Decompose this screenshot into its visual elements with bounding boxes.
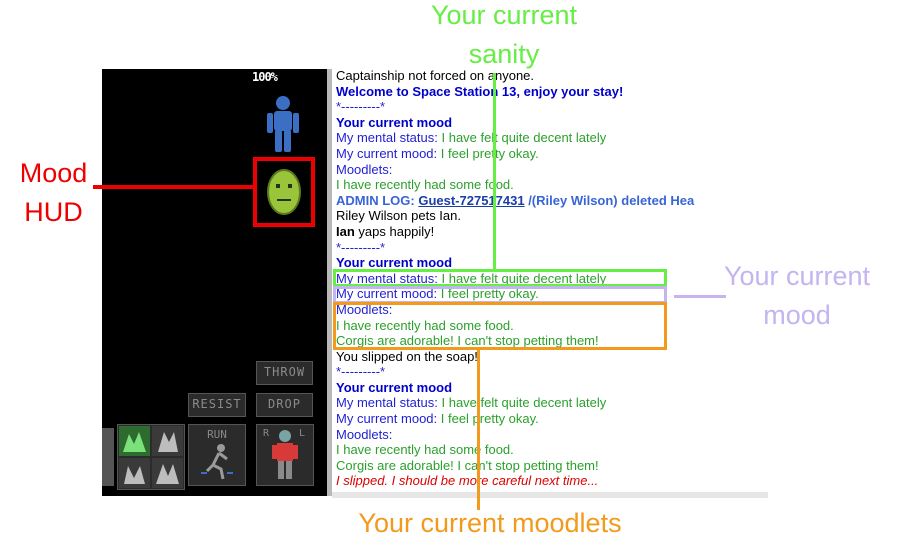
intent-selector[interactable] xyxy=(117,424,185,490)
left-hand-label: L xyxy=(299,428,306,439)
moodlet: Corgis are adorable! I can't stop pettin… xyxy=(336,457,599,473)
moodlets-highlight xyxy=(333,302,667,350)
chat-line: You slipped on the soap! xyxy=(336,348,478,364)
drop-button[interactable]: DROP xyxy=(256,393,313,417)
mood-hud-pointer xyxy=(93,185,255,189)
mental-status-line: My mental status: I have felt quite dece… xyxy=(336,130,607,146)
equipment-doll[interactable]: R L xyxy=(256,424,314,486)
mood-hud-annotation: Mood HUD xyxy=(19,158,88,227)
mood-header: Your current mood xyxy=(336,114,453,130)
character-icon xyxy=(272,430,298,479)
admin-log-line: ADMIN LOG: Guest-727517431 /(Riley Wilso… xyxy=(336,192,695,208)
grab-intent-icon[interactable] xyxy=(119,458,150,488)
help-intent-icon[interactable] xyxy=(119,426,150,456)
run-label: RUN xyxy=(207,428,227,441)
mood-annotation: Your current mood xyxy=(723,261,871,330)
chat-separator: *---------* xyxy=(336,364,386,380)
moodlets-pointer xyxy=(477,350,480,510)
current-mood-line: My current mood: I feel pretty okay. xyxy=(336,145,539,161)
health-doll-icon[interactable] xyxy=(262,94,304,154)
moodlet-negative: I slipped. I should be more careful next… xyxy=(336,473,599,489)
current-mood-line: My current mood: I feel pretty okay. xyxy=(336,411,539,427)
moodlets-annotation: Your current moodlets xyxy=(358,508,622,538)
moodlets-header: Moodlets: xyxy=(336,161,393,177)
throw-button[interactable]: THROW xyxy=(256,361,313,385)
pocket-slot-icon[interactable] xyxy=(102,428,114,486)
moodlets-header: Moodlets: xyxy=(336,426,393,442)
mood-header: Your current mood xyxy=(336,379,453,395)
moodlet: I have recently had some food. xyxy=(336,442,514,458)
admin-log-link[interactable]: Guest-727517431 xyxy=(418,193,524,208)
running-figure-icon xyxy=(201,444,233,480)
mood-hud-highlight xyxy=(253,157,315,227)
sanity-pointer xyxy=(493,73,496,270)
chat-line: Riley Wilson pets Ian. xyxy=(336,208,461,224)
chat-scrollbar-track[interactable] xyxy=(332,492,768,498)
chat-line: Ian yaps happily! xyxy=(336,223,435,239)
chat-separator: *---------* xyxy=(336,99,386,115)
sanity-annotation: Your current sanity xyxy=(430,0,578,69)
harm-intent-icon[interactable] xyxy=(152,458,183,488)
mental-status-line: My mental status: I have felt quite dece… xyxy=(336,395,607,411)
right-hand-label: R xyxy=(263,428,270,439)
hud-divider xyxy=(327,69,332,496)
sanity-highlight xyxy=(333,269,667,287)
moodlet: I have recently had some food. xyxy=(336,177,514,193)
move-intent-button[interactable]: RUN xyxy=(188,424,246,486)
chat-separator: *---------* xyxy=(336,239,386,255)
health-percent: 100% xyxy=(252,70,278,84)
resist-button[interactable]: RESIST xyxy=(188,393,246,417)
chat-line: Welcome to Space Station 13, enjoy your … xyxy=(336,83,624,99)
disarm-intent-icon[interactable] xyxy=(152,426,183,456)
